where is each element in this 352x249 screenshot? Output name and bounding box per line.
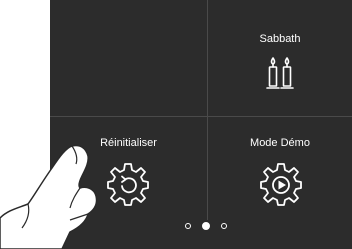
candles-icon [266, 57, 294, 89]
gear-play-icon [260, 163, 302, 206]
demo-mode-tile[interactable]: Mode Démo [208, 117, 352, 217]
sabbath-label: Sabbath [259, 33, 301, 45]
empty-tile [50, 0, 207, 116]
page-dot-active[interactable] [202, 222, 210, 230]
pointing-hand-illustration [0, 144, 98, 249]
page-dot[interactable] [185, 223, 191, 229]
demo-mode-label: Mode Démo [250, 137, 310, 149]
sabbath-tile[interactable]: Sabbath [208, 0, 352, 116]
page-dot[interactable] [221, 223, 227, 229]
page-indicator [182, 220, 232, 232]
